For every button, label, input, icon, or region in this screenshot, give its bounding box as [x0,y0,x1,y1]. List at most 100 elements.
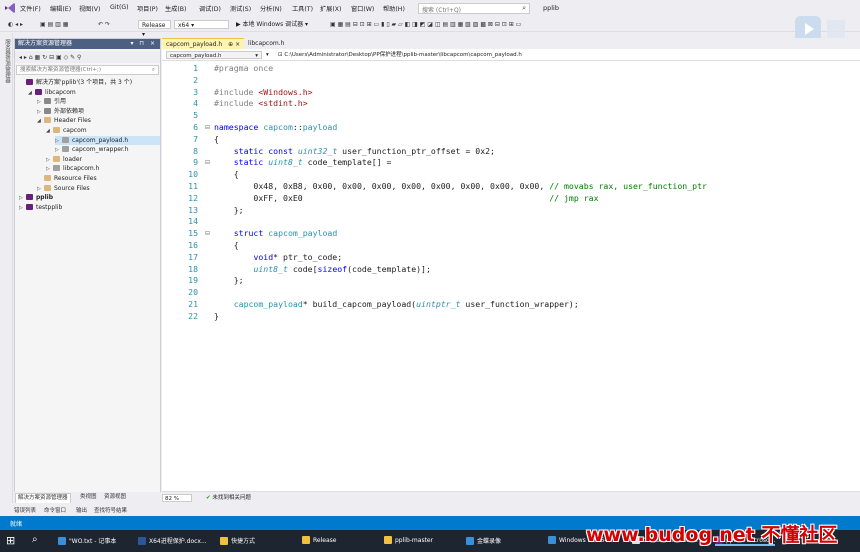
windows-start-icon[interactable]: ⊞ [6,534,15,547]
taskbar-item[interactable]: Release [302,536,336,544]
search-icon[interactable]: ⌕ [32,534,38,545]
menu-item[interactable]: 项目(P) [137,4,158,13]
menu-item[interactable]: 扩展(X) [320,4,341,13]
code-line[interactable]: void* ptr_to_code; [214,252,342,262]
editor-tab[interactable]: libcapcom.h [244,38,288,49]
taskbar-item[interactable]: pplib-master [384,536,433,544]
panel-controls-icon[interactable]: ▾ ⊓ × [130,39,157,49]
menu-item[interactable]: 编辑(E) [50,4,71,13]
tree-node[interactable]: ▷ Source Files [37,184,90,194]
tree-node[interactable]: ▷ capcom_wrapper.h [55,145,129,155]
bottom-tab[interactable]: 输出 [76,506,87,514]
bottom-tab[interactable]: 命令窗口 [44,506,66,514]
tree-node[interactable]: ◢ capcom [46,126,87,136]
file-path[interactable]: ⊡ C:\Users\Administrator\Desktop\PP保护进程\… [278,51,522,59]
file-icon [44,107,51,114]
tree-node[interactable]: ▷ 外部依赖项 [37,107,84,117]
file-icon [26,203,33,210]
taskbar-item[interactable]: 金蝶录像 [466,536,501,545]
code-line[interactable]: { [214,134,219,144]
panel-toolbar-icons[interactable]: ◂ ▸ ⌂ ▦ ↻ ⊟ ▣ ◇ ✎ ⚲ [19,53,81,62]
code-line[interactable]: #include <stdint.h> [214,98,308,108]
file-icon [44,98,51,105]
expand-arrow-icon[interactable]: ◢ [28,89,35,99]
tree-node[interactable]: ▷ 引用 [37,97,66,107]
taskbar-item[interactable]: "WO.txt - 记事本 [58,536,116,545]
tree-node[interactable]: 解决方案'pplib'(3 个项目，共 3 个) [19,78,132,88]
bottom-tab[interactable]: 查找符号结果 [94,506,127,514]
issues-indicator[interactable]: ✔ 未找到相关问题 [206,494,251,502]
back-forward-icon[interactable]: ◐ ◂ ▸ [8,20,23,29]
code-line[interactable]: namespace capcom::payload [214,122,337,132]
menu-item[interactable]: 帮助(H) [383,4,405,13]
tree-node[interactable]: ▷ capcom_payload.h [55,135,160,146]
panel-tab[interactable]: 资源视图 [102,493,128,502]
search-placeholder: 搜索 (Ctrl+Q) [422,7,462,14]
expand-arrow-icon[interactable]: ◢ [46,127,53,137]
code-line[interactable]: capcom_payload* build_capcom_payload(uin… [214,299,579,309]
bottom-tab[interactable]: 错误列表 [14,506,36,514]
menu-item[interactable]: 工具(T) [292,4,313,13]
code-editor[interactable]: 1 #pragma once 2 3 #include <Windows.h> 4 #inc… [162,61,860,491]
menu-item[interactable]: 测试(S) [230,4,251,13]
navigation-bar: capcom_payload.h ▾ ▾ ⊡ C:\Users\Administr… [162,49,860,61]
tree-node[interactable]: ▷ pplib [19,193,53,203]
tree-node[interactable]: ◢ Header Files [37,116,91,126]
tree-node[interactable]: ▷ loader [46,155,82,165]
menu-item[interactable]: 分析(N) [260,4,282,13]
code-line[interactable]: { [214,240,239,250]
expand-arrow-icon[interactable]: ▷ [19,204,26,214]
close-tab-icon[interactable]: ⊕ × [228,41,240,48]
menu-item[interactable]: 生成(B) [165,4,186,13]
menu-item[interactable]: 调试(D) [199,4,221,13]
file-scope-dropdown[interactable]: capcom_payload.h ▾ [166,51,262,59]
toolbar-icons-group[interactable]: ▣ ▦ ▤ ⊟ ⊡ ⊞ ▭ ▮ ▯ ▰ ▱ ◧ ◨ ◩ ◪ ◫ ▤ ▥ ▦ ▧ … [330,20,521,29]
zoom-level[interactable]: 82 % [162,494,192,502]
panel-tab[interactable]: 类视图 [78,493,99,502]
code-line[interactable]: 0x48, 0xB8, 0x00, 0x00, 0x00, 0x00, 0x00… [214,181,707,191]
start-debugger-button[interactable]: ▶ 本地 Windows 调试器 ▾ [236,20,308,29]
menu-item[interactable]: 文件(F) [20,4,41,13]
undo-redo-icon[interactable]: ↶ ↷ [98,20,110,29]
configuration-select[interactable]: Release ▾ [138,20,171,38]
expand-arrow-icon[interactable]: ◢ [37,117,44,127]
fold-toggle-icon[interactable]: ⊟ [205,124,210,131]
tree-node-label: capcom_payload.h [72,136,129,144]
taskbar-item[interactable]: X64进程保护.docx... [138,536,207,545]
code-line[interactable]: { [214,169,239,179]
menu-item[interactable]: Git(G) [110,4,129,11]
file-icon [35,88,42,95]
taskbar-item[interactable]: 快捷方式 [220,536,255,545]
code-line[interactable]: uint8_t code[sizeof(code_template)]; [214,264,430,274]
fold-toggle-icon[interactable]: ⊟ [205,159,210,166]
menu-item[interactable]: 窗口(W) [351,4,374,13]
solution-explorer-title: 解决方案资源管理器 ▾ ⊓ × [15,39,160,49]
tree-node[interactable]: ◢ libcapcom [28,88,76,98]
line-number: 16 [188,240,198,250]
code-line[interactable]: #include <Windows.h> [214,87,313,97]
platform-select[interactable]: x64 ▾ [174,20,229,29]
menu-item[interactable]: 视图(V) [79,4,100,13]
toolbar: ◐ ◂ ▸ ▣ ▤ ▥ ▦ ↶ ↷ Release ▾ x64 ▾ ▶ 本地 W… [0,17,860,38]
code-line[interactable]: static const uint32_t user_function_ptr_… [214,146,495,156]
editor-tab[interactable]: capcom_payload.h ⊕ × [162,38,245,49]
code-line[interactable]: } [214,311,219,321]
tree-node-label: 引用 [54,98,67,106]
scope-dropdown[interactable]: ▾ [266,51,274,59]
code-line[interactable]: }; [214,205,244,215]
fold-toggle-icon[interactable]: ⊟ [205,230,210,237]
editor-tab-label: capcom_payload.h [166,41,223,48]
tree-node[interactable]: Resource Files [37,174,97,184]
code-line[interactable]: 0xFF, 0xE0 // jmp rax [214,193,598,203]
code-line[interactable]: struct capcom_payload [214,228,338,238]
search-input[interactable]: 搜索 (Ctrl+Q) ⌕ [418,3,530,14]
solution-search-input[interactable]: 搜索解决方案资源管理器(Ctrl+;) ⌕ [16,65,159,75]
tree-node[interactable]: ▷ testpplib [19,203,62,213]
code-line[interactable]: }; [214,275,244,285]
server-explorer-strip[interactable]: 服务器资源管理器 [0,33,13,503]
new-open-save-icon[interactable]: ▣ ▤ ▥ ▦ [40,20,68,29]
tree-node[interactable]: ▷ libcapcom.h [46,164,99,174]
line-number: 21 [188,299,198,309]
code-line[interactable]: #pragma once [214,63,273,73]
code-line[interactable]: static uint8_t code_template[] = [214,157,392,167]
